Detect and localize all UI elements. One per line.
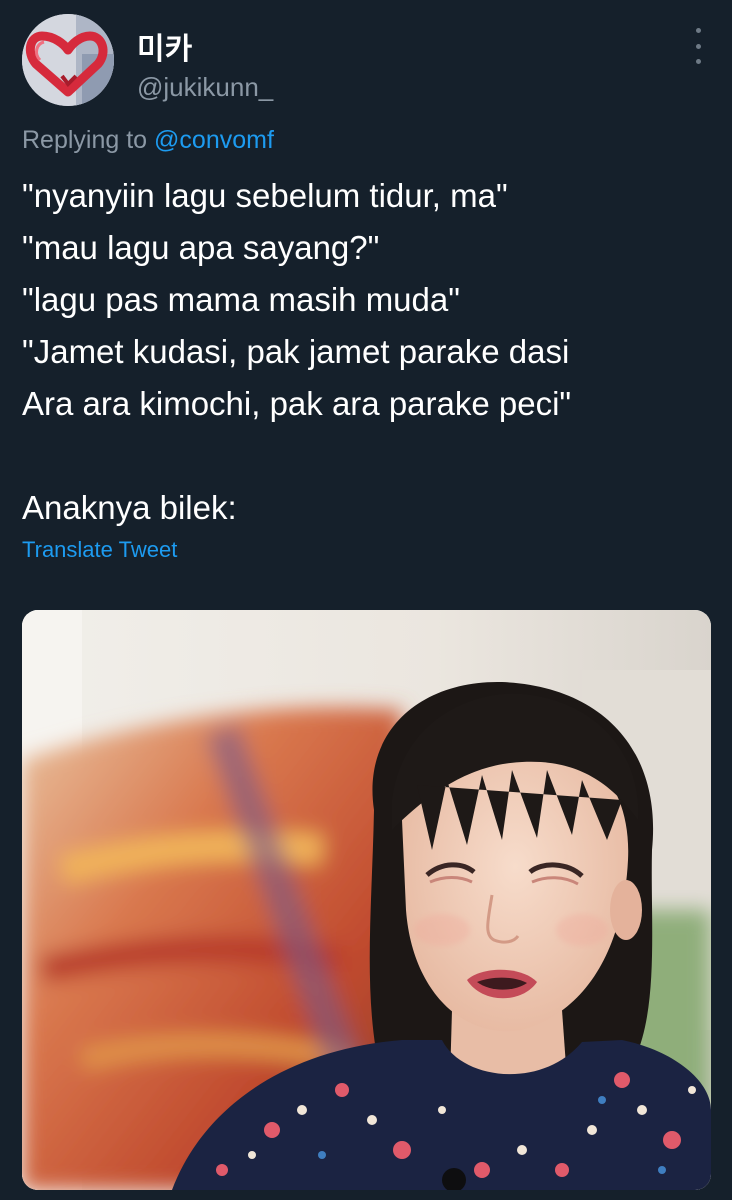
translate-tweet-link[interactable]: Translate Tweet (22, 537, 177, 563)
user-handle[interactable]: @jukikunn_ (137, 72, 273, 103)
tweet-text-line: "mau lagu apa sayang?" (22, 229, 380, 266)
reply-mention-link[interactable]: @convomf (154, 126, 274, 154)
dot (695, 28, 701, 33)
tweet-photo[interactable] (22, 610, 711, 1190)
tweet-text-line: "lagu pas mama masih muda" (22, 281, 460, 318)
dot (695, 59, 701, 64)
display-name[interactable]: 미카 (137, 24, 192, 68)
tweet-view: 미카 @jukikunn_ Replying to @convomf "nyan… (0, 0, 732, 1200)
tweet-text-line: Anaknya bilek: (22, 489, 237, 526)
tweet-text: "nyanyiin lagu sebelum tidur, ma" "mau l… (22, 170, 712, 534)
replying-to: Replying to @convomf (22, 126, 274, 155)
avatar[interactable] (22, 14, 114, 106)
tweet-header: 미카 @jukikunn_ (22, 14, 712, 110)
tweet-text-line: "Jamet kudasi, pak jamet parake dasi (22, 333, 570, 370)
tweet-text-line: "nyanyiin lagu sebelum tidur, ma" (22, 177, 508, 214)
reply-prefix: Replying to (22, 126, 148, 154)
tweet-text-line: Ara ara kimochi, pak ara parake peci" (22, 385, 572, 422)
dot (695, 43, 701, 49)
photo-woman-icon (22, 610, 711, 1190)
heart-hands-avatar-icon (22, 14, 114, 106)
more-vertical-icon[interactable] (688, 28, 708, 64)
